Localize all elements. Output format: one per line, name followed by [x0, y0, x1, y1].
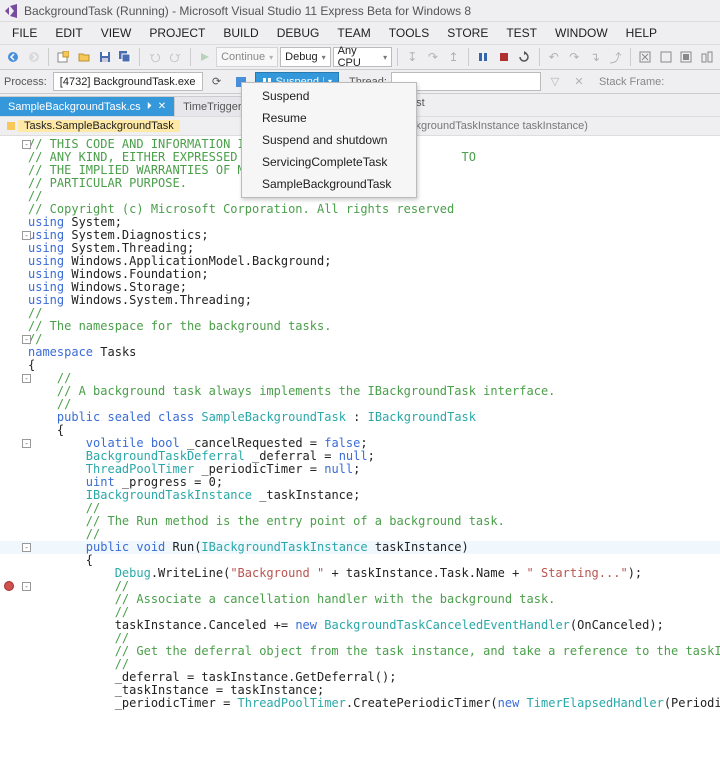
chevron-down-icon: ▾ — [322, 53, 326, 62]
code-line[interactable]: // A background task always implements t… — [0, 385, 720, 398]
redo-icon[interactable] — [166, 47, 185, 67]
menu-help[interactable]: HELP — [618, 24, 665, 42]
menu-team[interactable]: TEAM — [329, 24, 378, 42]
nav-class-crumb[interactable]: Tasks.SampleBackgroundTask — [18, 120, 180, 132]
fold-toggle-icon[interactable]: - — [22, 439, 31, 448]
menu-test[interactable]: TEST — [498, 24, 545, 42]
menubar: FILE EDIT VIEW PROJECT BUILD DEBUG TEAM … — [0, 22, 720, 44]
save-all-icon[interactable] — [116, 47, 135, 67]
step-icon[interactable]: ↷ — [565, 47, 584, 67]
open-icon[interactable] — [75, 47, 94, 67]
window-title: BackgroundTask (Running) - Microsoft Vis… — [24, 4, 471, 18]
show-next-icon[interactable]: ↶ — [544, 47, 563, 67]
step-over-icon[interactable]: ↷ — [424, 47, 443, 67]
restart-icon[interactable] — [515, 47, 534, 67]
fold-toggle-icon[interactable]: - — [22, 582, 31, 591]
code-editor[interactable]: // THIS CODE AND INFORMATION IS PROV-// … — [0, 136, 720, 730]
continue-label: Continue — [221, 51, 265, 63]
editor-gutter — [0, 136, 22, 730]
suspend-popup-menu: Suspend Resume Suspend and shutdown Serv… — [241, 82, 417, 198]
code-line[interactable]: // The Run method is the entry point of … — [0, 515, 720, 528]
main-toolbar: Continue ▾ Debug ▾ Any CPU ▾ ↧ ↷ ↥ ↶ ↷ ↴ ⤴ — [0, 44, 720, 70]
popup-suspend[interactable]: Suspend — [244, 85, 414, 107]
code-line[interactable]: namespace Tasks — [0, 346, 720, 359]
option2-icon[interactable] — [656, 47, 675, 67]
separator — [190, 48, 191, 66]
fold-toggle-icon[interactable]: - — [22, 543, 31, 552]
config-value: Debug — [285, 51, 317, 63]
process-combo[interactable]: [4732] BackgroundTask.exe — [53, 72, 203, 91]
class-icon — [4, 119, 18, 133]
pin-icon[interactable]: ⏵ — [147, 101, 152, 112]
code-line[interactable]: public void Run(IBackgroundTaskInstance … — [0, 541, 720, 554]
thread-opt1-icon[interactable]: ▽ — [545, 72, 565, 92]
process-value: [4732] BackgroundTask.exe — [60, 76, 196, 88]
config-combo[interactable]: Debug ▾ — [280, 47, 330, 67]
step2-icon[interactable]: ↴ — [586, 47, 605, 67]
menu-build[interactable]: BUILD — [215, 24, 266, 42]
separator — [630, 48, 631, 66]
menu-project[interactable]: PROJECT — [141, 24, 213, 42]
step-in-icon[interactable]: ↧ — [403, 47, 422, 67]
option4-icon[interactable] — [698, 47, 717, 67]
nav-method-hint[interactable]: ckgroundTaskInstance taskInstance) — [410, 120, 588, 132]
code-line[interactable]: { — [0, 359, 720, 372]
breakpoint-icon[interactable] — [4, 581, 14, 591]
chevron-down-icon: ▾ — [383, 53, 387, 62]
chevron-down-icon: ▾ — [269, 53, 273, 62]
continue-button[interactable]: Continue ▾ — [216, 47, 278, 67]
popup-resume[interactable]: Resume — [244, 107, 414, 129]
platform-combo[interactable]: Any CPU ▾ — [333, 47, 393, 67]
step3-icon[interactable]: ⤴ — [606, 47, 625, 67]
separator — [539, 48, 540, 66]
process-refresh-icon[interactable]: ⟳ — [207, 72, 227, 92]
titlebar: BackgroundTask (Running) - Microsoft Vis… — [0, 0, 720, 22]
fold-toggle-icon[interactable]: - — [22, 335, 31, 344]
thread-opt2-icon[interactable]: ✕ — [569, 72, 589, 92]
code-line[interactable]: IBackgroundTaskInstance _taskInstance; — [0, 489, 720, 502]
menu-window[interactable]: WINDOW — [547, 24, 616, 42]
code-line[interactable]: // The namespace for the background task… — [0, 320, 720, 333]
separator — [48, 48, 49, 66]
popup-sample[interactable]: SampleBackgroundTask — [244, 173, 414, 195]
stack-frame-label: Stack Frame: — [599, 76, 664, 88]
tab-label: SampleBackgroundTask.cs — [8, 101, 141, 113]
code-line[interactable]: public sealed class SampleBackgroundTask… — [0, 411, 720, 424]
vs-logo-icon — [4, 4, 18, 18]
undo-icon[interactable] — [145, 47, 164, 67]
option3-icon[interactable] — [677, 47, 696, 67]
continue-play-icon[interactable] — [196, 47, 215, 67]
option1-icon[interactable] — [636, 47, 655, 67]
menu-edit[interactable]: EDIT — [47, 24, 90, 42]
close-icon[interactable]: ✕ — [158, 101, 166, 112]
separator — [397, 48, 398, 66]
stop-icon[interactable] — [494, 47, 513, 67]
menu-store[interactable]: STORE — [439, 24, 496, 42]
nav-back-icon[interactable] — [4, 47, 23, 67]
platform-value: Any CPU — [338, 45, 379, 69]
process-label: Process: — [4, 76, 49, 88]
code-line[interactable]: using Windows.System.Threading; — [0, 294, 720, 307]
separator — [139, 48, 140, 66]
menu-file[interactable]: FILE — [4, 24, 45, 42]
popup-servicing[interactable]: ServicingCompleteTask — [244, 151, 414, 173]
code-line[interactable]: _periodicTimer = ThreadPoolTimer.CreateP… — [0, 697, 720, 710]
fold-toggle-icon[interactable]: - — [22, 374, 31, 383]
menu-debug[interactable]: DEBUG — [269, 24, 328, 42]
pause-icon[interactable] — [474, 47, 493, 67]
save-icon[interactable] — [95, 47, 114, 67]
tab-sample-bg-task[interactable]: SampleBackgroundTask.cs ⏵ ✕ — [0, 96, 175, 116]
separator — [468, 48, 469, 66]
menu-view[interactable]: VIEW — [93, 24, 140, 42]
nav-fwd-icon[interactable] — [25, 47, 44, 67]
fold-toggle-icon[interactable]: - — [22, 140, 31, 149]
new-project-icon[interactable] — [54, 47, 73, 67]
fold-toggle-icon[interactable]: - — [22, 231, 31, 240]
popup-suspend-shutdown[interactable]: Suspend and shutdown — [244, 129, 414, 151]
step-out-icon[interactable]: ↥ — [444, 47, 463, 67]
menu-tools[interactable]: TOOLS — [381, 24, 437, 42]
